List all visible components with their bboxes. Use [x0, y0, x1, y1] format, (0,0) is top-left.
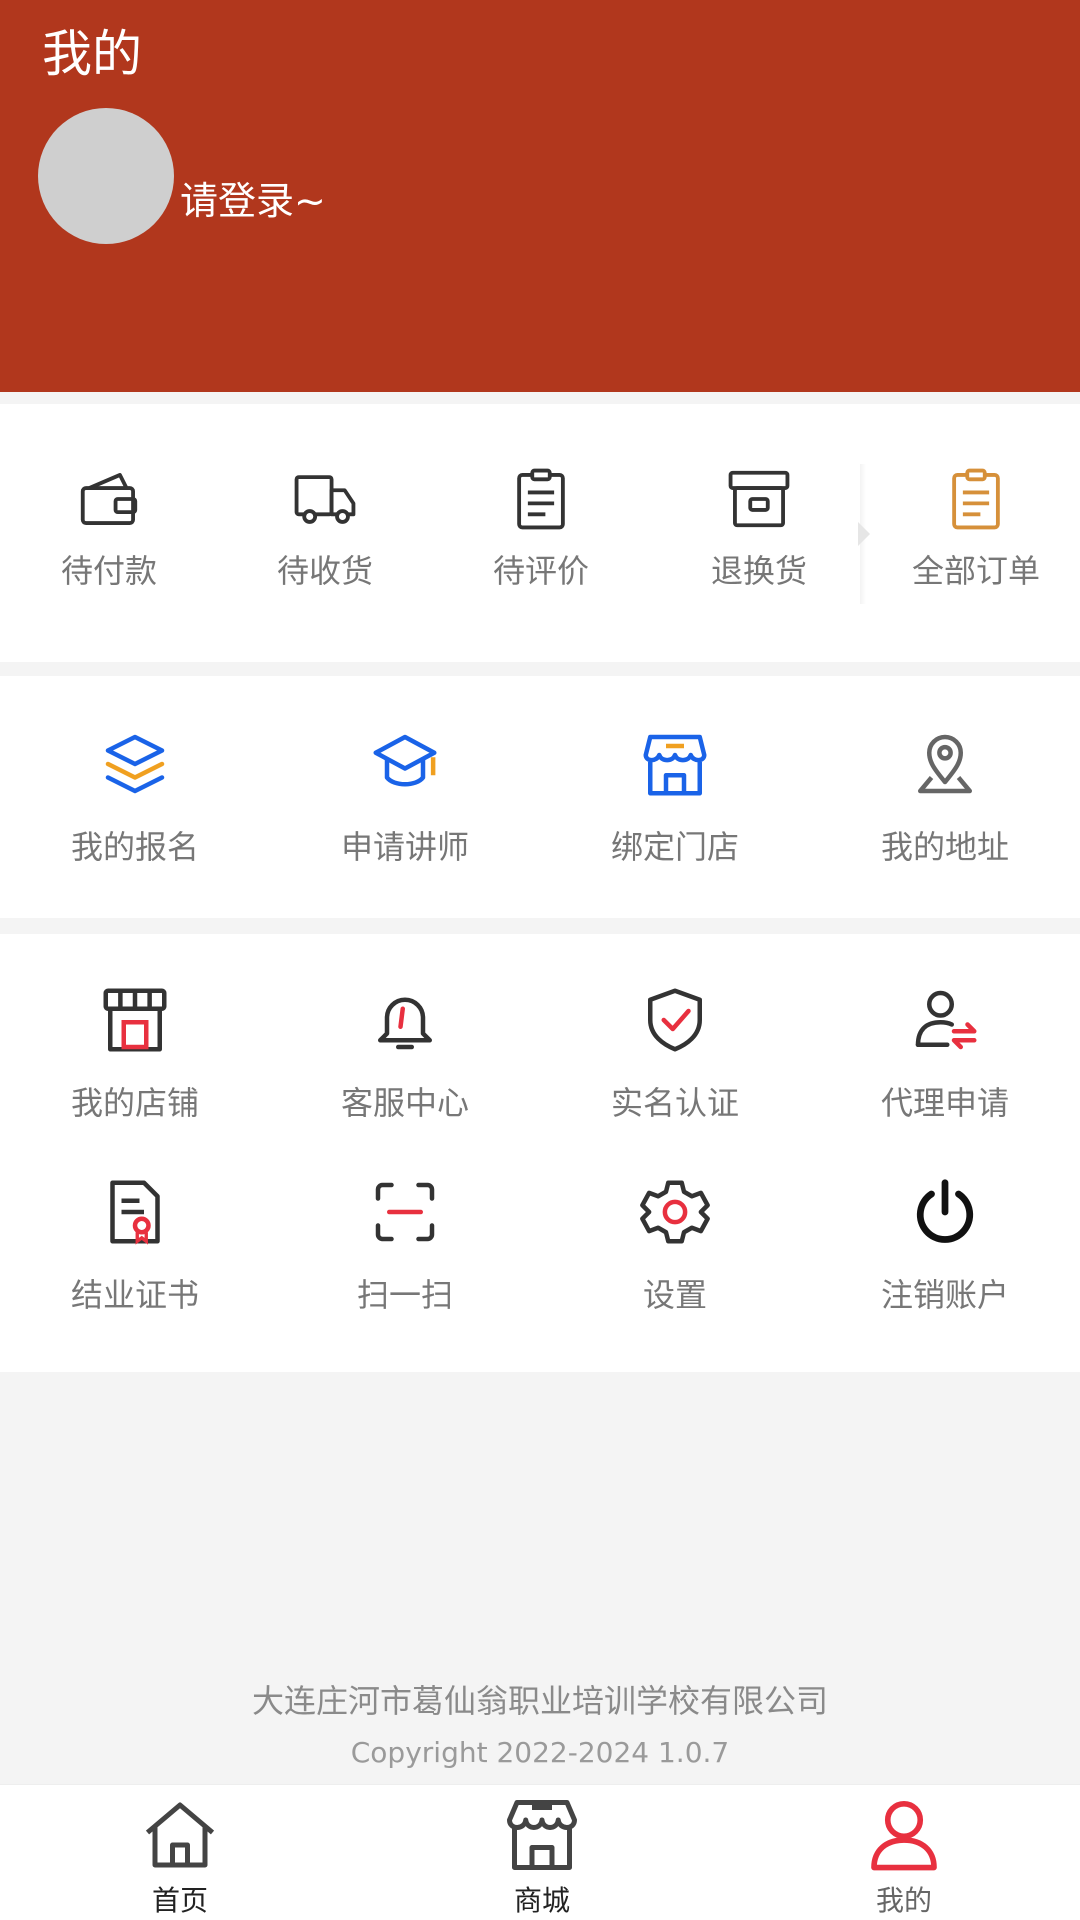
features-card: 我的报名 申请讲师 绑定门店 我的地址 [0, 676, 1080, 918]
deactivate-account-button[interactable]: 注销账户 [810, 1176, 1080, 1326]
service-label: 我的店铺 [70, 1084, 199, 1122]
service-label: 注销账户 [880, 1276, 1009, 1314]
map-pin-icon [918, 734, 972, 794]
graduation-cap-icon [373, 734, 437, 787]
certificate-button[interactable]: 结业证书 [0, 1176, 270, 1326]
shop-icon [103, 988, 167, 1052]
agent-application-button[interactable]: 代理申请 [810, 984, 1080, 1134]
wallet-icon [80, 473, 138, 525]
user-icon [871, 1800, 937, 1871]
tab-home[interactable]: 首页 [80, 1785, 280, 1920]
order-label: 待收货 [276, 552, 373, 590]
store-icon [507, 1800, 577, 1870]
tab-profile[interactable]: 我的 [804, 1785, 1004, 1920]
services-card: 我的店铺 客服中心 实名认证 代理申请 结业证书 扫一扫 设置 注销账户 [0, 934, 1080, 1372]
scan-button[interactable]: 扫一扫 [270, 1176, 540, 1326]
order-returns[interactable]: 退换货 [651, 464, 867, 594]
feature-label: 我的报名 [70, 828, 199, 866]
my-address-button[interactable]: 我的地址 [810, 728, 1080, 878]
feature-label: 申请讲师 [340, 828, 469, 866]
profile-header: 我的 请登录~ [0, 0, 1080, 392]
bind-store-button[interactable]: 绑定门店 [540, 728, 810, 878]
feature-label: 我的地址 [880, 828, 1009, 866]
service-label: 代理申请 [880, 1084, 1009, 1122]
tab-label: 我的 [875, 1884, 932, 1917]
copyright-text: Copyright 2022-2024 1.0.7 [350, 1736, 730, 1769]
bottom-tab-bar: 首页 商城 我的 [0, 1784, 1080, 1920]
login-link[interactable]: 请登录~ [180, 170, 326, 225]
service-label: 结业证书 [70, 1276, 199, 1314]
order-pending-review[interactable]: 待评价 [433, 464, 649, 594]
gear-icon [640, 1180, 710, 1244]
power-icon [916, 1179, 974, 1243]
bell-icon [378, 997, 432, 1050]
certificate-icon [110, 1180, 160, 1245]
service-label: 设置 [642, 1276, 707, 1314]
orders-clipboard-icon [952, 468, 1000, 530]
tab-label: 商城 [513, 1884, 570, 1917]
real-name-auth-button[interactable]: 实名认证 [540, 984, 810, 1134]
tab-store[interactable]: 商城 [442, 1785, 642, 1920]
avatar[interactable] [38, 108, 174, 244]
my-shop-button[interactable]: 我的店铺 [0, 984, 270, 1134]
page-title: 我的 [42, 25, 142, 83]
storefront-icon [643, 734, 707, 796]
feature-label: 绑定门店 [610, 828, 739, 866]
user-exchange-icon [915, 990, 977, 1050]
order-pending-payment[interactable]: 待付款 [1, 464, 217, 594]
apply-lecturer-button[interactable]: 申请讲师 [270, 728, 540, 878]
service-label: 实名认证 [610, 1084, 739, 1122]
orders-card: 待付款 待收货 待评价 退换货 全部订单 [0, 404, 1080, 662]
truck-icon [294, 475, 356, 524]
settings-button[interactable]: 设置 [540, 1176, 810, 1326]
customer-service-button[interactable]: 客服中心 [270, 984, 540, 1134]
order-label: 待评价 [492, 552, 589, 590]
tab-label: 首页 [151, 1884, 208, 1917]
company-name: 大连庄河市葛仙翁职业培训学校有限公司 [251, 1682, 828, 1720]
home-icon [145, 1802, 215, 1868]
my-registration-button[interactable]: 我的报名 [0, 728, 270, 878]
clipboard-icon [517, 468, 565, 530]
shield-check-icon [648, 988, 702, 1052]
order-label: 退换货 [710, 552, 807, 590]
return-box-icon [728, 470, 790, 528]
order-pending-receipt[interactable]: 待收货 [217, 464, 433, 594]
all-orders-button[interactable]: 全部订单 [868, 464, 1080, 594]
service-label: 客服中心 [340, 1084, 469, 1122]
scan-icon [375, 1182, 435, 1242]
service-label: 扫一扫 [356, 1276, 453, 1314]
layers-icon [105, 734, 165, 794]
all-orders-label: 全部订单 [911, 552, 1040, 590]
order-label: 待付款 [60, 552, 157, 590]
